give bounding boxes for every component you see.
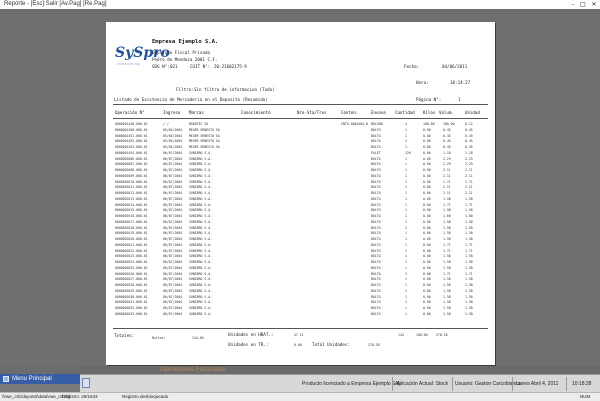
divider bbox=[113, 118, 488, 119]
company-name: Empresa Ejemplo S.A. bbox=[152, 39, 219, 45]
logo-subtext: consulting bbox=[117, 62, 141, 66]
report-page: SySpro consulting Empresa Ejemplo S.A. D… bbox=[106, 22, 495, 365]
status-separator bbox=[452, 377, 453, 391]
bultos-value: 144.00 bbox=[192, 336, 204, 340]
status-separator bbox=[392, 377, 393, 391]
cuit-value: 20-21602175-9 bbox=[214, 64, 247, 69]
fecha-label: Fecha: bbox=[404, 64, 420, 69]
table-cell: 1.58 bbox=[465, 311, 473, 316]
maximize-icon[interactable]: □ bbox=[578, 0, 588, 9]
total-label: Total Unidades: bbox=[312, 342, 350, 347]
hbat-value: 47.21 bbox=[294, 333, 304, 337]
status-app: Aplicación Actual: Stock bbox=[395, 381, 449, 387]
tr-value: 0.00 bbox=[294, 343, 302, 347]
table-cell: 0.00 bbox=[423, 311, 431, 316]
col-nro-sta: Nro-Sta/Tres bbox=[297, 110, 327, 115]
total-volum: 278.38 bbox=[436, 333, 448, 337]
col-kilos: Kilos bbox=[423, 110, 436, 115]
table-cell: 0000002033-000-01 bbox=[115, 311, 148, 316]
status-date: Lunes Abril 4, 2011 bbox=[516, 381, 559, 387]
tr-label: Unidades en TR.: bbox=[228, 342, 269, 347]
operaciones-facturadas-label[interactable]: Operaciones Facturadas bbox=[160, 366, 226, 374]
app-icon bbox=[82, 378, 90, 388]
filtro-value: Sin filtro de informacion (Todo) bbox=[194, 87, 275, 92]
totales-label: Totales: bbox=[114, 333, 135, 338]
left-panel-top bbox=[0, 366, 80, 374]
report-viewer[interactable]: SySpro consulting Empresa Ejemplo S.A. D… bbox=[0, 9, 600, 369]
sdg-label: SDG N°: bbox=[152, 64, 170, 69]
menu-principal-button[interactable]: Menu Principal bbox=[0, 374, 80, 384]
company-logo: SySpro consulting bbox=[115, 45, 170, 71]
menu-principal-label: Menu Principal bbox=[12, 376, 52, 382]
col-marcas: Marcas bbox=[189, 110, 204, 115]
divider bbox=[113, 104, 488, 105]
fecha-value: 04/06/2011 bbox=[442, 64, 468, 69]
pagina-label: Página N°: bbox=[416, 97, 442, 102]
col-envase: Envase bbox=[371, 110, 386, 115]
status-separator bbox=[512, 377, 513, 391]
hora-value: 10:14:27 bbox=[450, 80, 471, 85]
table-header: Operación N° Ingreso Marcas Conocimiento… bbox=[113, 110, 488, 116]
status-license: Producto licenciado a Empresa Ejemplo S.… bbox=[302, 381, 402, 387]
col-unidad: Unidad bbox=[465, 110, 480, 115]
filtro-label: Filtro: bbox=[176, 87, 194, 92]
status-user: Usuario: Gaston Carcobianco bbox=[455, 381, 521, 387]
status-separator bbox=[566, 377, 567, 391]
window-title: Reporte - [Esc]:Salir [Av.Pag] [Re.Pag] bbox=[4, 1, 107, 7]
total-value: 278.38 bbox=[368, 343, 380, 347]
col-conocimiento: Conocimiento bbox=[241, 110, 271, 115]
table-cell: 1.58 bbox=[443, 311, 451, 316]
operaciones-strip: Operaciones Facturadas bbox=[80, 366, 600, 374]
col-operacion: Operación N° bbox=[115, 110, 145, 115]
total-cantidad: 144 bbox=[398, 333, 404, 337]
close-icon[interactable]: ✕ bbox=[589, 0, 599, 9]
cuit-label: CUIT N°: bbox=[190, 64, 211, 69]
pagina-value: 1 bbox=[458, 97, 461, 102]
status-bar: Producto licenciado a Empresa Ejemplo S.… bbox=[80, 374, 600, 393]
table-cell: BULTO bbox=[371, 311, 381, 316]
table-cell: 1 bbox=[405, 311, 407, 316]
table-cell: 06/07/2004 bbox=[163, 311, 183, 316]
status-time: 10:18:28 bbox=[572, 381, 592, 387]
hbat-label: Unidades en HBAT.: bbox=[228, 332, 274, 337]
company-subtitle: Deposito Fiscal Privado bbox=[152, 50, 210, 55]
table-cell: SUNIBRO S.A. bbox=[189, 311, 213, 316]
minimize-icon[interactable]: – bbox=[568, 0, 578, 9]
divider bbox=[113, 328, 488, 329]
col-volum: Volum. bbox=[439, 110, 454, 115]
col-conten: Conten. bbox=[341, 110, 359, 115]
table-row: 0000002033-000-01 06/07/2004 SUNIBRO S.A. B… bbox=[113, 311, 488, 317]
company-address: Pedro de Mendoza 2001 C.F. bbox=[152, 57, 218, 62]
total-kilos: 108.00 bbox=[416, 333, 428, 337]
hora-label: Hora: bbox=[416, 80, 429, 85]
bultos-label: Bultos: bbox=[152, 336, 166, 340]
sdg-value: 021 bbox=[170, 64, 178, 69]
col-ingreso: Ingreso bbox=[163, 110, 181, 115]
col-cantidad: Cantidad bbox=[395, 110, 415, 115]
menu-icon bbox=[3, 376, 9, 382]
listing-title: Listado de Existencia de Mercaderia en e… bbox=[114, 97, 268, 102]
